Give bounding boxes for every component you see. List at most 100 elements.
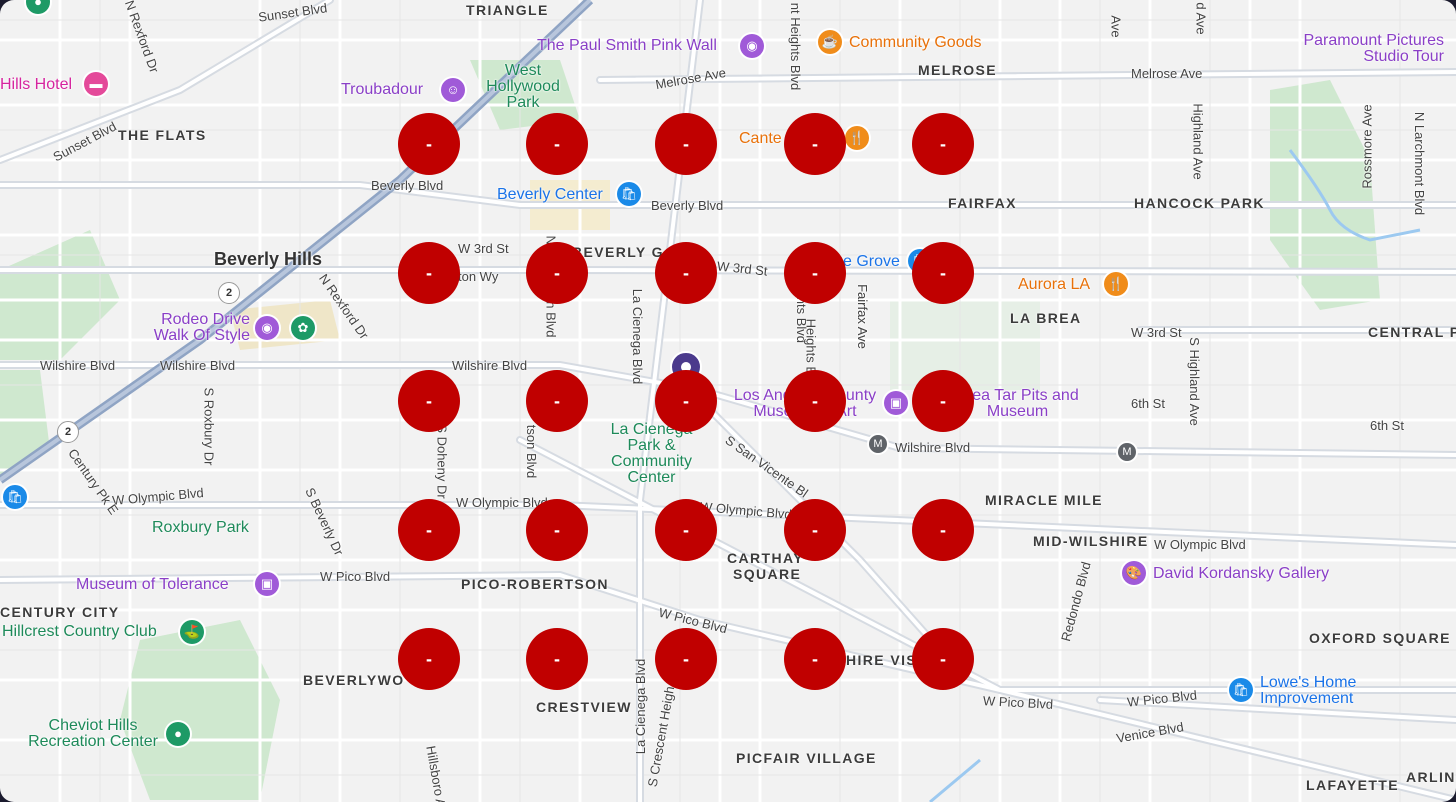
grid-marker[interactable]: - [398,499,460,561]
district-label: MIRACLE MILE [985,492,1103,508]
district-label: CENTURY CITY [0,604,120,620]
street-label: W Pico Blvd [982,693,1054,712]
street-label: W Pico Blvd [320,569,391,584]
grid-marker[interactable]: - [912,113,974,175]
map-canvas[interactable]: TRIANGLE MELROSE THE FLATS FAIRFAX HANCO… [0,0,1456,802]
district-label: BEVERLYWO [303,672,405,688]
poi-label[interactable]: The Paul Smith Pink Wall [537,38,717,54]
grid-marker[interactable]: - [526,628,588,690]
shopping-icon[interactable]: 🛍 [3,485,27,509]
grid-marker[interactable]: - [912,499,974,561]
poi-label[interactable]: Troubadour [341,82,423,98]
grid-marker[interactable]: - [398,113,460,175]
grid-marker[interactable]: - [784,499,846,561]
street-label: W Olympic Blvd [456,495,548,510]
grid-marker[interactable]: - [526,113,588,175]
district-label: MID-WILSHIRE [1033,533,1149,549]
district-label: MELROSE [918,62,998,78]
street-label: W Olympic Blvd [1154,537,1246,552]
poi-label[interactable]: Hills Hotel [0,77,72,93]
route-shield: 2 [57,421,79,443]
coffee-icon[interactable]: ☕ [818,30,842,54]
poi-label[interactable]: Rodeo Drive Walk Of Style [140,312,250,344]
grid-marker[interactable]: - [655,370,717,432]
street-label: Ave [1108,15,1124,38]
poi-label[interactable]: Paramount Pictures Studio Tour [1284,33,1444,65]
poi-label[interactable]: West Hollywood Park [478,63,568,111]
grid-marker[interactable]: - [655,242,717,304]
grid-marker[interactable]: - [526,499,588,561]
street-label: S Doheny Dr [434,424,450,499]
street-label: La Cienega Blvd [633,658,649,755]
street-label: 6th St [1370,418,1404,433]
poi-label[interactable]: Beverly Center [497,187,603,203]
street-label: Wilshire Blvd [452,358,528,373]
grid-marker[interactable]: - [398,242,460,304]
grid-marker[interactable]: - [912,370,974,432]
grid-marker[interactable]: - [526,242,588,304]
poi-label[interactable]: Hillcrest Country Club [2,624,157,640]
poi-label[interactable]: David Kordansky Gallery [1153,566,1329,582]
street-label: Melrose Ave [1131,66,1203,81]
district-label: ARLIN [1406,769,1456,785]
district-label: LA BREA [1010,310,1082,326]
restaurant-icon[interactable]: 🍴 [1104,272,1128,296]
district-label: SQUARE [733,566,802,582]
district-label: LAFAYETTE [1306,777,1399,793]
camera-icon[interactable]: ◉ [255,316,279,340]
grid-marker[interactable]: - [526,370,588,432]
district-label: HIRE VIS [846,652,918,668]
poi-label[interactable]: Cheviot Hills Recreation Center [18,718,168,750]
street-label: N Larchmont Blvd [1412,111,1428,216]
poi-label[interactable]: Community Goods [849,35,982,51]
street-label: Rossmore Ave [1359,104,1375,189]
street-label: 6th St [1131,396,1165,411]
grid-marker[interactable]: - [784,242,846,304]
shopping-icon[interactable]: 🛍 [1229,678,1253,702]
shopping-icon[interactable]: 🛍 [617,182,641,206]
metro-icon[interactable]: M [869,435,887,453]
street-label: W 3rd St [458,241,509,256]
camera-icon[interactable]: ◉ [740,34,764,58]
grid-marker[interactable]: - [398,370,460,432]
street-label: nt Heights Blvd [788,2,804,91]
grid-marker[interactable]: - [655,499,717,561]
street-label: tson Blvd [524,424,540,479]
poi-label[interactable]: Museum of Tolerance [76,577,229,593]
grid-marker[interactable]: - [398,628,460,690]
grid-marker[interactable]: - [912,628,974,690]
street-label: Wilshire Blvd [40,358,116,373]
grid-marker[interactable]: - [655,113,717,175]
palette-icon[interactable]: 🎨 [1122,561,1146,585]
museum-icon[interactable]: ▣ [884,391,908,415]
grid-marker[interactable]: - [784,628,846,690]
metro-icon[interactable]: M [1118,443,1136,461]
grid-marker[interactable]: - [784,370,846,432]
street-label: d Ave [1193,2,1209,35]
grid-marker[interactable]: - [655,628,717,690]
museum-icon[interactable]: ▣ [255,572,279,596]
hotel-icon[interactable]: ▬ [84,72,108,96]
park-icon[interactable]: ● [166,722,190,746]
district-label: CENTRAL P [1368,324,1456,340]
theater-icon[interactable]: ☺ [441,78,465,102]
poi-label[interactable]: Cante [739,131,782,147]
poi-label[interactable]: e Grove [843,254,900,270]
street-label: Highland Ave [1190,103,1206,180]
grid-marker[interactable]: - [784,113,846,175]
flower-icon[interactable]: ✿ [291,316,315,340]
restaurant-icon[interactable]: 🍴 [845,126,869,150]
poi-label[interactable]: Roxbury Park [152,520,249,536]
district-label: CARTHAY [727,550,804,566]
grid-marker[interactable]: - [912,242,974,304]
city-label: Beverly Hills [214,249,323,269]
poi-label[interactable]: Lowe's Home Improvement [1260,675,1380,707]
street-label: La Cienega Blvd [630,288,646,385]
district-label: PICFAIR VILLAGE [736,750,877,766]
golf-icon[interactable]: ⛳ [180,620,204,644]
street-label: S Highland Ave [1186,337,1202,426]
poi-label[interactable]: Aurora LA [1018,277,1090,293]
street-label: Fairfax Ave [854,284,870,349]
street-label: Wilshire Blvd [160,358,236,373]
district-label: THE FLATS [118,127,207,143]
